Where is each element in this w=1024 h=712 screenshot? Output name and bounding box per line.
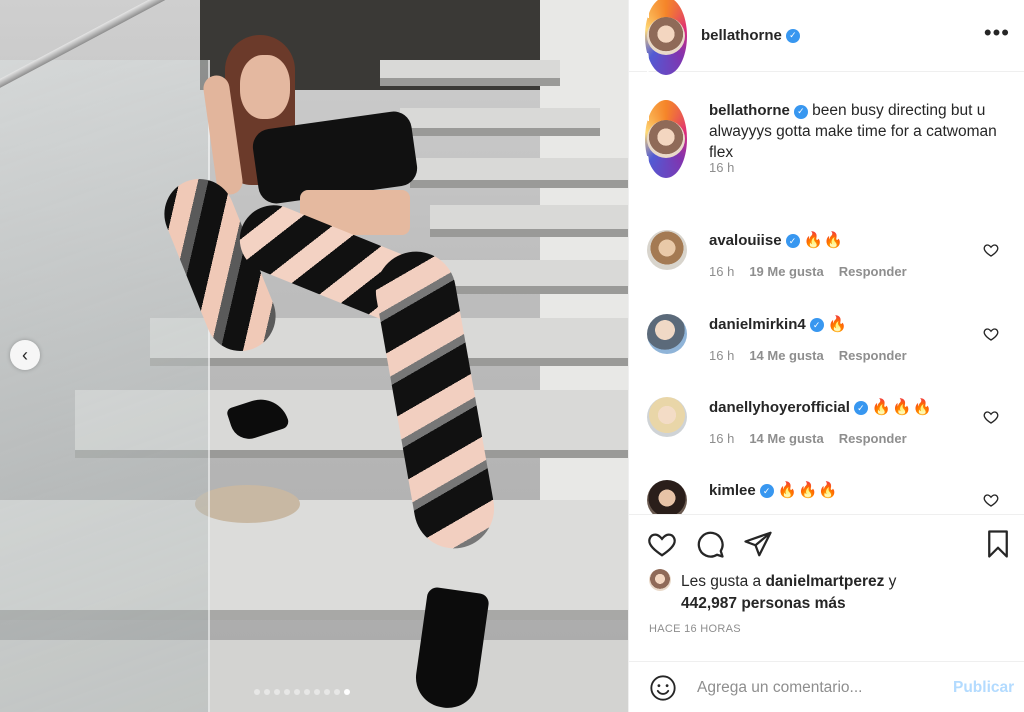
comment-username[interactable]: danellyhoyerofficial [709,399,850,416]
comment-timestamp[interactable]: 16 h [709,264,734,279]
comment-input[interactable] [697,678,947,697]
more-options-icon[interactable]: ••• [984,22,1010,44]
commenter-avatar[interactable] [647,230,687,270]
hat-on-floor [195,485,300,523]
comment-item: danielmirkin4 ✓ 🔥 16 h 14 Me gusta Respond… [647,314,1007,363]
chevron-left-icon: ‹ [22,344,28,365]
publish-button[interactable]: Publicar [953,679,1014,697]
author-avatar[interactable] [645,0,687,75]
carousel-prev-button[interactable]: ‹ [10,340,40,370]
comments-list[interactable]: bellathorne ✓ been busy directing but u a… [629,72,1024,514]
stair-step [380,60,560,78]
likes-count[interactable]: 442,987 [681,595,737,612]
comment-like-heart-icon[interactable] [983,242,999,258]
carousel-dot [264,689,270,695]
comment-text: 🔥 [827,316,849,333]
caption-timestamp[interactable]: 16 h [709,160,734,175]
stair-step [430,205,628,229]
carousel-dot [344,689,350,695]
carousel-dot [314,689,320,695]
post-header: bellathorne ✓ ••• [629,0,1024,75]
verified-badge-icon: ✓ [785,234,800,248]
carousel-dot [334,689,340,695]
comment-likes[interactable]: 14 Me gusta [749,431,823,446]
reply-button[interactable]: Responder [839,431,907,446]
comment-username[interactable]: avalouiise [709,232,782,249]
comment-username[interactable]: kimlee [709,482,756,499]
comment-like-heart-icon[interactable] [983,326,999,342]
carousel-dot [284,689,290,695]
comment-like-heart-icon[interactable] [983,492,999,508]
post-caption: bellathorne ✓ been busy directing but u a… [645,100,1015,178]
comment-text: 🔥🔥🔥 [871,399,933,416]
stair-step [400,108,600,128]
commenter-avatar[interactable] [647,480,687,514]
carousel-dot [274,689,280,695]
likes-prefix: Les gusta a [681,573,762,590]
figure-face [240,55,290,119]
post-actions: Les gusta a danielmartperez y 442,987 pe… [629,514,1024,712]
post-photo[interactable]: ‹ [0,0,628,712]
share-paper-plane-icon[interactable] [743,529,773,559]
comment-item: avalouiise ✓ 🔥🔥 16 h 19 Me gusta Responder [647,230,1007,279]
verified-badge-icon: ✓ [793,104,808,119]
comment-text: 🔥🔥 [803,232,845,249]
emoji-smiley-icon[interactable] [649,674,677,702]
caption-username[interactable]: bellathorne [709,102,790,119]
comment-item: danellyhoyerofficial ✓ 🔥🔥🔥 16 h 14 Me gust… [647,397,1007,446]
verified-badge-icon: ✓ [785,28,800,43]
stair-step [410,158,628,180]
liker-username[interactable]: danielmartperez [765,573,884,590]
comment-text: 🔥🔥🔥 [777,482,839,499]
comment-likes[interactable]: 14 Me gusta [749,348,823,363]
carousel-dot [294,689,300,695]
caption-avatar[interactable] [645,100,687,178]
verified-badge-icon: ✓ [809,318,824,332]
comment-bubble-icon[interactable] [695,529,725,559]
carousel-dot [324,689,330,695]
likes-count-suffix[interactable]: personas más [741,595,845,612]
comment-timestamp[interactable]: 16 h [709,348,734,363]
comment-like-heart-icon[interactable] [983,409,999,425]
comment-timestamp[interactable]: 16 h [709,431,734,446]
carousel-dots [254,689,350,695]
comment-likes[interactable]: 19 Me gusta [749,264,823,279]
commenter-avatar[interactable] [647,314,687,354]
comment-username[interactable]: danielmirkin4 [709,316,806,333]
carousel-dot [304,689,310,695]
likes-conjunction: y [888,573,897,590]
reply-button[interactable]: Responder [839,264,907,279]
glass-railing [0,60,210,712]
likes-summary: Les gusta a danielmartperez y 442,987 pe… [649,569,897,615]
post-panel: bellathorne ✓ ••• bellathorne ✓ been busy… [628,0,1024,712]
reply-button[interactable]: Responder [839,348,907,363]
liker-avatar[interactable] [649,569,671,591]
like-heart-icon[interactable] [647,529,677,559]
commenter-avatar[interactable] [647,397,687,437]
author-username[interactable]: bellathorne [701,27,782,44]
bookmark-icon[interactable] [983,529,1013,559]
verified-badge-icon: ✓ [759,484,774,498]
comment-item: kimlee ✓ 🔥🔥🔥 [647,480,1007,514]
comment-bar: Publicar [629,661,1024,712]
carousel-dot [254,689,260,695]
post-timestamp[interactable]: HACE 16 HORAS [649,623,741,635]
verified-badge-icon: ✓ [853,401,868,415]
